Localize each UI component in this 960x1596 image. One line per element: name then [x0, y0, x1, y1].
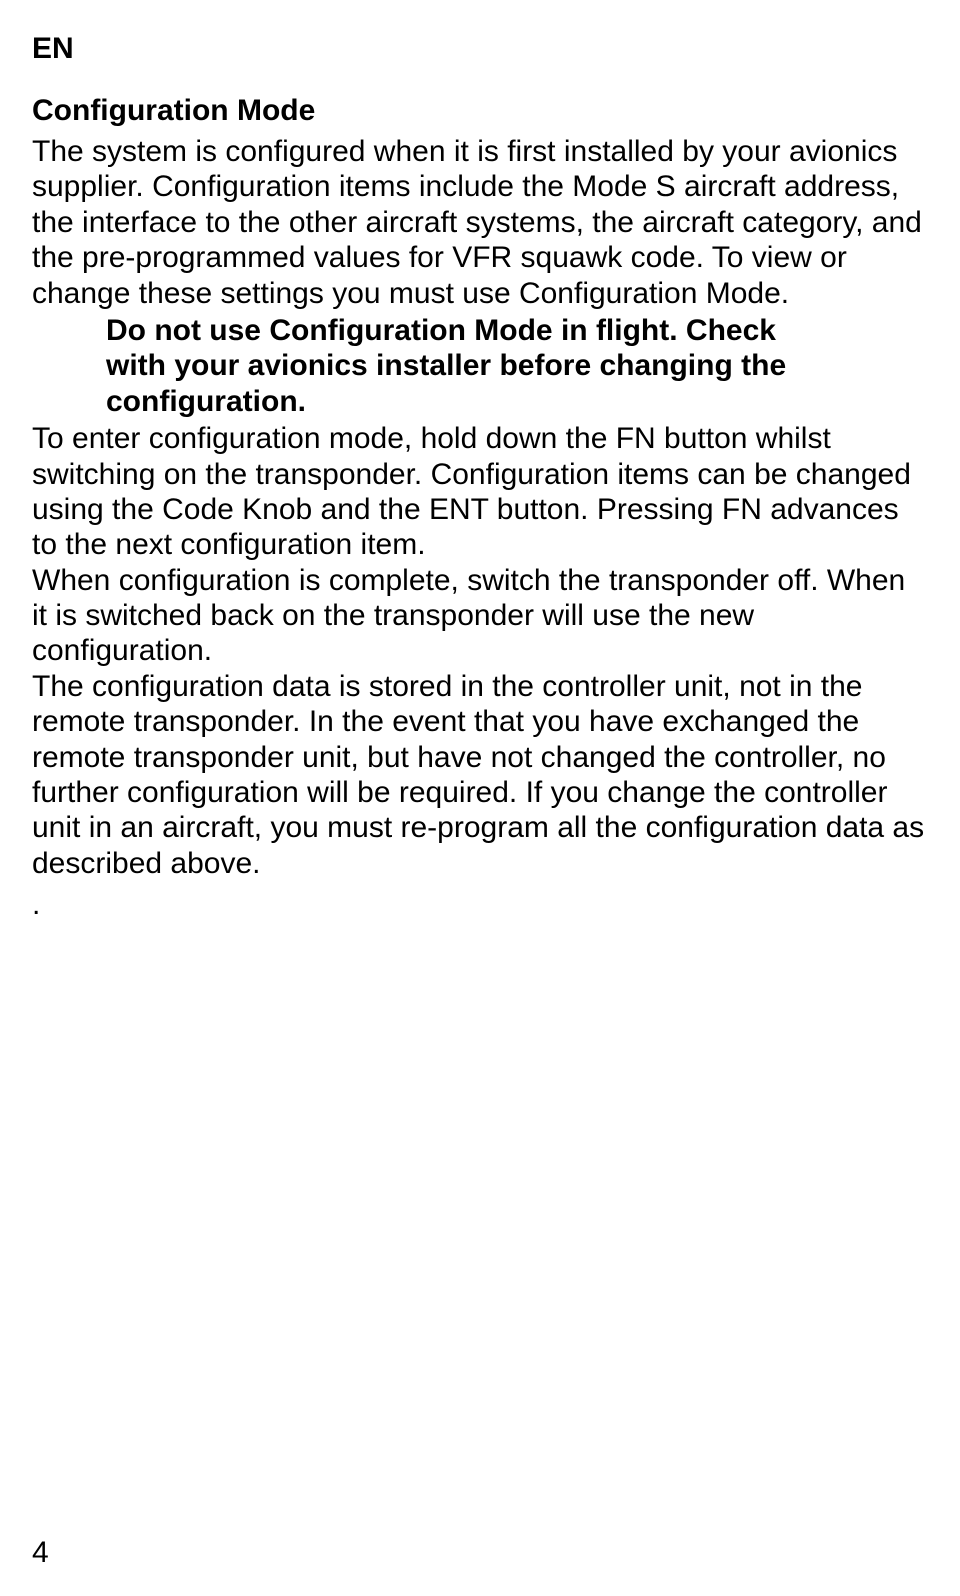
paragraph-storage: The configuration data is stored in the … — [32, 669, 928, 881]
document-page: EN Configuration Mode The system is conf… — [0, 0, 960, 1596]
section-heading: Configuration Mode — [32, 94, 928, 128]
trailing-dot: . — [32, 887, 928, 922]
paragraph-complete: When configuration is complete, switch t… — [32, 563, 928, 669]
paragraph-intro: The system is configured when it is firs… — [32, 134, 928, 311]
warning-block: Do not use Configuration Mode in flight.… — [32, 313, 928, 419]
page-number: 4 — [32, 1536, 49, 1570]
language-label: EN — [32, 32, 928, 66]
paragraph-enter-mode: To enter configuration mode, hold down t… — [32, 421, 928, 563]
